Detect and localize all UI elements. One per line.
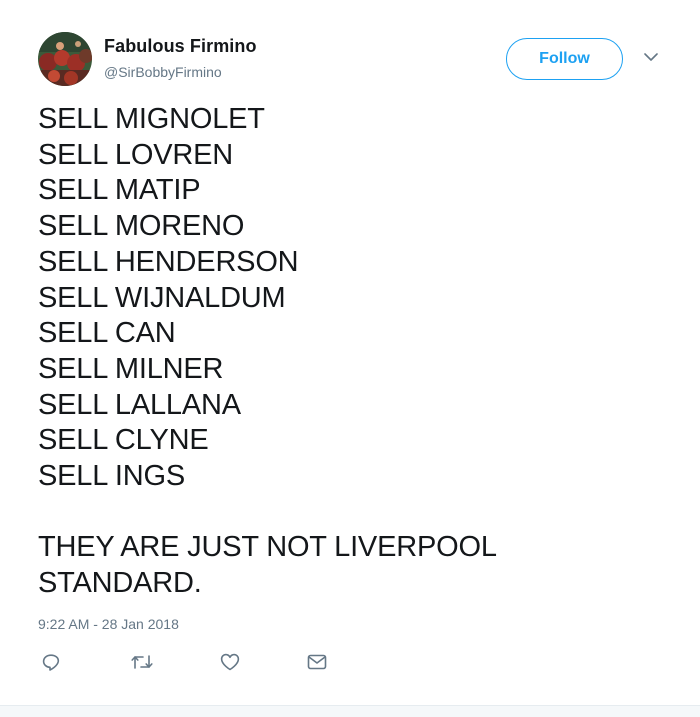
tweet-closing-line: STANDARD. bbox=[38, 567, 202, 600]
tweet-line: SELL MIGNOLET bbox=[38, 103, 265, 135]
profile-photo-icon bbox=[38, 32, 92, 86]
tweet-line: SELL HENDERSON bbox=[38, 245, 299, 278]
tweet-line: SELL MORENO bbox=[38, 210, 245, 243]
direct-message-icon[interactable] bbox=[306, 651, 328, 673]
tweet-line: SELL MILNER bbox=[38, 352, 224, 385]
author-handle[interactable]: @SirBobbyFirmino bbox=[104, 64, 222, 80]
tweet-line: SELL CAN bbox=[38, 317, 176, 350]
author-name[interactable]: Fabulous Firmino bbox=[104, 36, 257, 57]
avatar[interactable] bbox=[38, 32, 92, 86]
chevron-down-icon[interactable] bbox=[642, 50, 660, 64]
tweet-closing-line: THEY ARE JUST NOT LIVERPOOL bbox=[38, 531, 497, 564]
tweet-line: SELL MATIP bbox=[38, 174, 201, 207]
tweet-timestamp[interactable]: 9:22 AM - 28 Jan 2018 bbox=[38, 616, 179, 632]
tweet-actions bbox=[38, 651, 358, 673]
tweet-line: SELL INGS bbox=[38, 460, 186, 493]
reply-icon[interactable] bbox=[40, 651, 62, 673]
tweet-line: SELL LOVREN bbox=[38, 138, 233, 171]
tweet-card: Fabulous Firmino @SirBobbyFirmino Follow… bbox=[0, 0, 700, 705]
tweet-line: SELL WIJNALDUM bbox=[38, 281, 286, 314]
retweet-icon[interactable] bbox=[131, 651, 153, 673]
like-icon[interactable] bbox=[219, 651, 241, 673]
follow-button[interactable]: Follow bbox=[506, 38, 623, 80]
footer-divider bbox=[0, 705, 700, 717]
tweet-text: SELL MIGNOLET SELL LOVREN SELL MATIP SEL… bbox=[38, 102, 678, 602]
tweet-line: SELL CLYNE bbox=[38, 424, 209, 457]
tweet-line: SELL LALLANA bbox=[38, 388, 241, 421]
